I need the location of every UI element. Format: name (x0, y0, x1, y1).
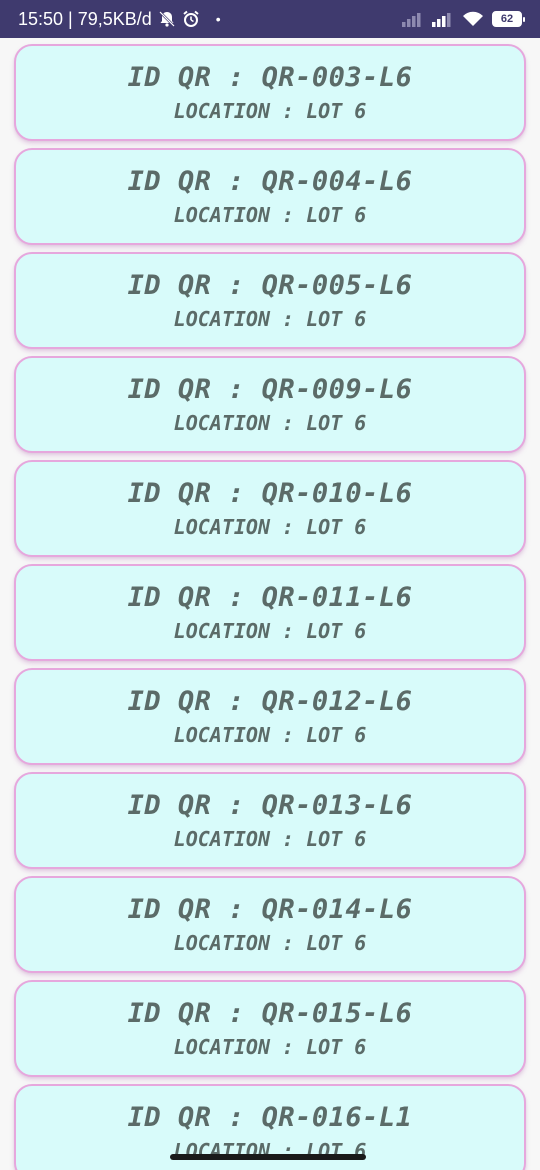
status-left: 15:50 | 79,5KB/d • (18, 9, 402, 30)
item-location: LOCATION : LOT 6 (173, 723, 367, 747)
item-id: ID QR : QR-003-L6 (127, 62, 413, 93)
list-item[interactable]: ID QR : QR-014-L6 LOCATION : LOT 6 (14, 876, 526, 973)
item-id: ID QR : QR-012-L6 (127, 686, 413, 717)
status-right: 62 (402, 11, 525, 27)
status-time-speed: 15:50 | 79,5KB/d (18, 8, 152, 29)
item-location: LOCATION : LOT 6 (173, 99, 367, 123)
list-item[interactable]: ID QR : QR-003-L6 LOCATION : LOT 6 (14, 44, 526, 141)
home-indicator[interactable] (170, 1154, 366, 1160)
list-item[interactable]: ID QR : QR-009-L6 LOCATION : LOT 6 (14, 356, 526, 453)
item-id: ID QR : QR-009-L6 (127, 374, 413, 405)
notification-dot: • (215, 11, 221, 27)
item-location: LOCATION : LOT 6 (173, 619, 367, 643)
list-item[interactable]: ID QR : QR-011-L6 LOCATION : LOT 6 (14, 564, 526, 661)
status-bar: 15:50 | 79,5KB/d • 62 (0, 0, 540, 38)
battery-level: 62 (500, 13, 514, 25)
item-id: ID QR : QR-015-L6 (127, 998, 413, 1029)
wifi-icon (462, 11, 484, 27)
mute-bell-icon (158, 10, 176, 28)
item-location: LOCATION : LOT 6 (173, 827, 367, 851)
qr-list[interactable]: ID QR : QR-003-L6 LOCATION : LOT 6 ID QR… (0, 38, 540, 1170)
list-item[interactable]: ID QR : QR-012-L6 LOCATION : LOT 6 (14, 668, 526, 765)
item-id: ID QR : QR-011-L6 (127, 582, 413, 613)
list-item[interactable]: ID QR : QR-010-L6 LOCATION : LOT 6 (14, 460, 526, 557)
item-location: LOCATION : LOT 6 (173, 1035, 367, 1059)
battery-icon: 62 (492, 11, 525, 27)
item-location: LOCATION : LOT 6 (173, 931, 367, 955)
signal-icon (432, 11, 454, 27)
item-location: LOCATION : LOT 6 (173, 307, 367, 331)
item-id: ID QR : QR-014-L6 (127, 894, 413, 925)
signal-icon (402, 11, 424, 27)
list-item[interactable]: ID QR : QR-005-L6 LOCATION : LOT 6 (14, 252, 526, 349)
item-location: LOCATION : LOT 6 (173, 203, 367, 227)
list-item[interactable]: ID QR : QR-015-L6 LOCATION : LOT 6 (14, 980, 526, 1077)
list-item[interactable]: ID QR : QR-013-L6 LOCATION : LOT 6 (14, 772, 526, 869)
item-location: LOCATION : LOT 6 (173, 515, 367, 539)
item-id: ID QR : QR-016-L1 (127, 1102, 413, 1133)
item-id: ID QR : QR-013-L6 (127, 790, 413, 821)
item-id: ID QR : QR-010-L6 (127, 478, 413, 509)
alarm-clock-icon (182, 10, 200, 28)
list-item[interactable]: ID QR : QR-004-L6 LOCATION : LOT 6 (14, 148, 526, 245)
item-id: ID QR : QR-004-L6 (127, 166, 413, 197)
item-location: LOCATION : LOT 6 (173, 411, 367, 435)
item-id: ID QR : QR-005-L6 (127, 270, 413, 301)
